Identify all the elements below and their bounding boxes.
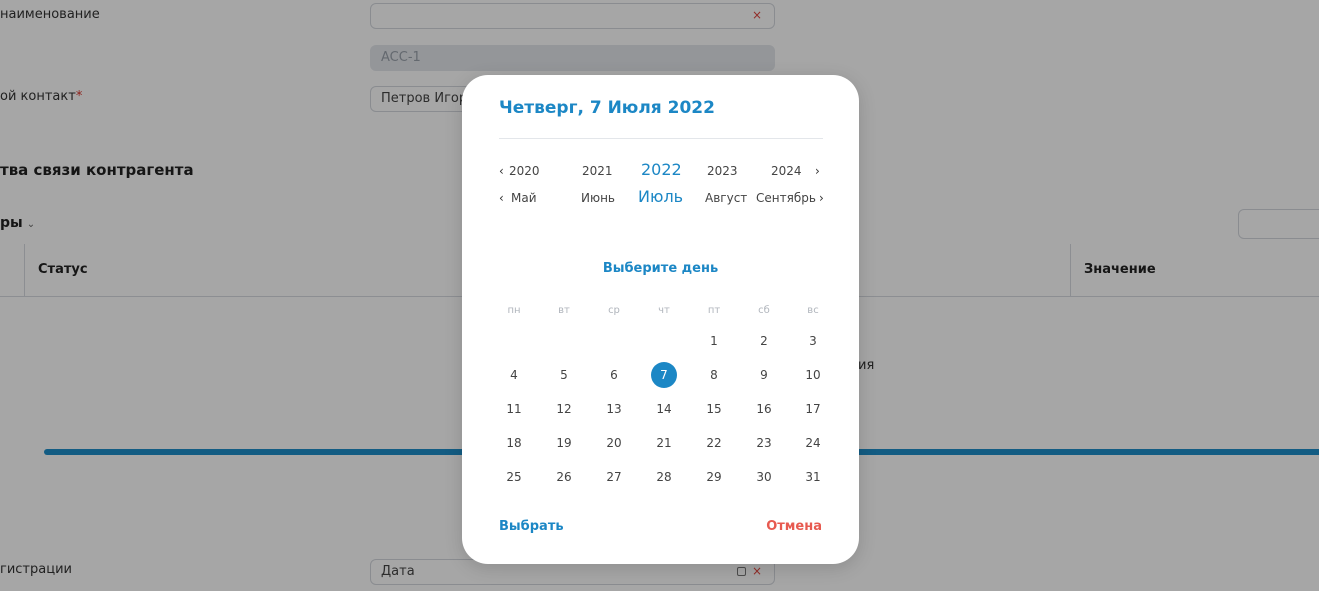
- day-cell[interactable]: 19: [551, 430, 577, 456]
- day-cell[interactable]: 23: [751, 430, 777, 456]
- day-cell[interactable]: 20: [601, 430, 627, 456]
- day-cell[interactable]: 29: [701, 464, 727, 490]
- day-cell[interactable]: 24: [800, 430, 826, 456]
- weekday-label: чт: [658, 305, 670, 316]
- day-cell[interactable]: 9: [751, 362, 777, 388]
- day-cell[interactable]: 31: [800, 464, 826, 490]
- day-cell[interactable]: 17: [800, 396, 826, 422]
- month-option[interactable]: Август: [705, 191, 747, 205]
- next-month-arrow-icon[interactable]: ›: [819, 191, 824, 205]
- select-button[interactable]: Выбрать: [499, 519, 564, 534]
- day-cell[interactable]: 13: [601, 396, 627, 422]
- choose-day-label: Выберите день: [602, 261, 719, 276]
- year-option[interactable]: 2022: [641, 160, 682, 179]
- day-cell-selected[interactable]: 7: [651, 362, 677, 388]
- weekday-label: сб: [758, 305, 770, 316]
- day-cell[interactable]: 30: [751, 464, 777, 490]
- day-cell[interactable]: 12: [551, 396, 577, 422]
- year-option[interactable]: 2023: [707, 164, 738, 178]
- day-cell[interactable]: 11: [501, 396, 527, 422]
- day-cell[interactable]: 14: [651, 396, 677, 422]
- next-year-arrow-icon[interactable]: ›: [815, 164, 820, 178]
- day-cell[interactable]: 1: [701, 328, 727, 354]
- day-cell[interactable]: 26: [551, 464, 577, 490]
- year-option[interactable]: 2020: [509, 164, 540, 178]
- weekday-label: вт: [558, 305, 570, 316]
- month-option[interactable]: Июнь: [581, 191, 615, 205]
- day-cell[interactable]: 3: [800, 328, 826, 354]
- day-cell[interactable]: 27: [601, 464, 627, 490]
- date-picker-modal: Четверг, 7 Июля 2022 ‹ 2020 2021 2022 20…: [462, 75, 859, 564]
- day-cell[interactable]: 21: [651, 430, 677, 456]
- day-cell[interactable]: 2: [751, 328, 777, 354]
- day-cell[interactable]: 6: [601, 362, 627, 388]
- year-option[interactable]: 2021: [582, 164, 613, 178]
- weekday-label: ср: [608, 305, 620, 316]
- day-cell[interactable]: 8: [701, 362, 727, 388]
- weekday-label: пн: [507, 305, 521, 316]
- day-cell[interactable]: 10: [800, 362, 826, 388]
- day-cell[interactable]: 16: [751, 396, 777, 422]
- day-cell[interactable]: 4: [501, 362, 527, 388]
- prev-month-arrow-icon[interactable]: ‹: [499, 191, 504, 205]
- weekday-label: пт: [707, 305, 721, 316]
- day-cell[interactable]: 28: [651, 464, 677, 490]
- month-option[interactable]: Июль: [638, 187, 683, 206]
- year-navigation: ‹ 2020 2021 2022 2023 2024 ›: [499, 160, 827, 184]
- day-cell[interactable]: 18: [501, 430, 527, 456]
- divider: [499, 138, 823, 139]
- selected-date-title: Четверг, 7 Июля 2022: [499, 98, 715, 118]
- day-cell[interactable]: 15: [701, 396, 727, 422]
- weekday-label: вс: [807, 305, 819, 316]
- month-option[interactable]: Май: [511, 191, 537, 205]
- day-cell[interactable]: 25: [501, 464, 527, 490]
- year-option[interactable]: 2024: [771, 164, 802, 178]
- cancel-button[interactable]: Отмена: [766, 519, 822, 534]
- day-cell[interactable]: 22: [701, 430, 727, 456]
- month-option[interactable]: Сентябрь: [756, 191, 816, 205]
- day-cell[interactable]: 5: [551, 362, 577, 388]
- month-navigation: ‹ Май Июнь Июль Август Сентябрь ›: [499, 187, 827, 211]
- prev-year-arrow-icon[interactable]: ‹: [499, 164, 504, 178]
